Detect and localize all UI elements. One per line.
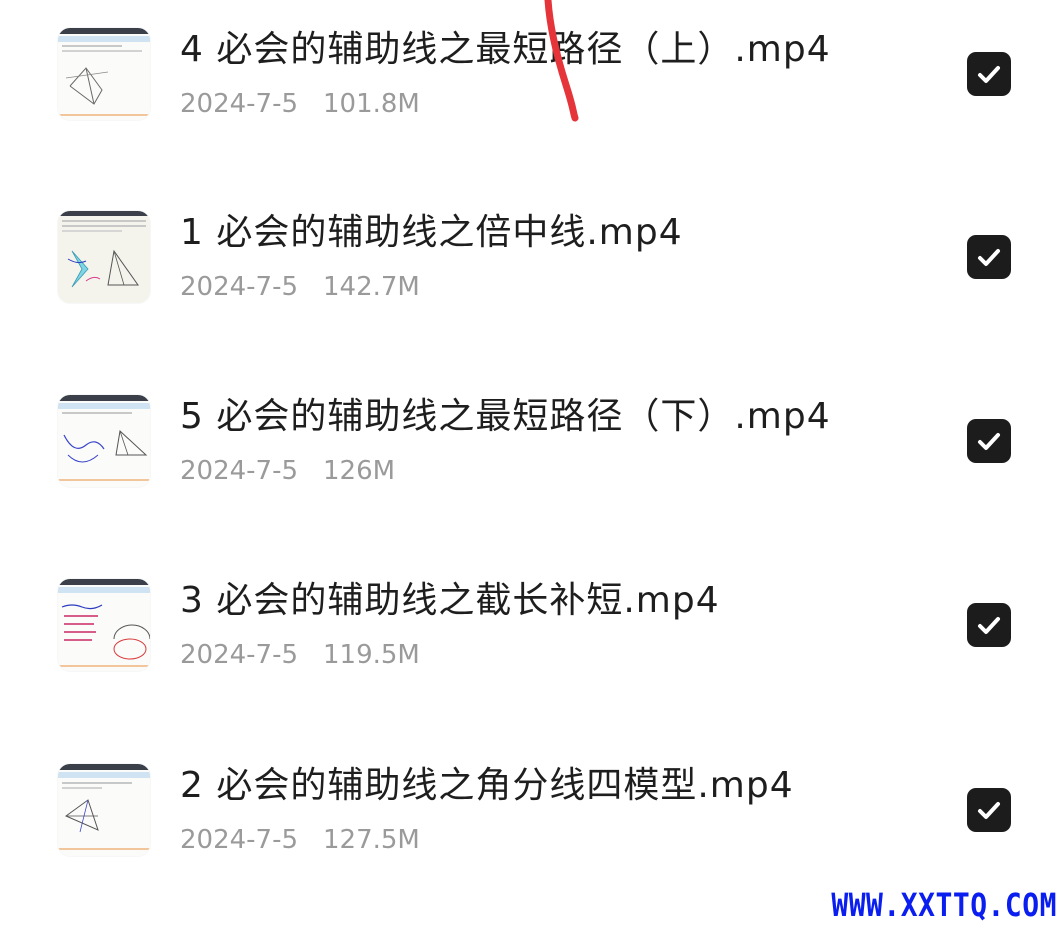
file-size: 126M <box>323 456 396 486</box>
video-thumbnail[interactable] <box>58 764 150 856</box>
file-row[interactable]: 5 必会的辅助线之最短路径（下）.mp4 2024-7-5 126M <box>0 395 1063 545</box>
file-date: 2024-7-5 <box>180 640 299 670</box>
checkbox-checked[interactable] <box>967 788 1011 832</box>
file-meta: 2024-7-5 127.5M <box>180 824 420 856</box>
file-name[interactable]: 4 必会的辅助线之最短路径（上）.mp4 <box>180 28 831 72</box>
file-name[interactable]: 3 必会的辅助线之截长补短.mp4 <box>180 579 720 623</box>
file-size: 119.5M <box>323 640 420 670</box>
video-thumbnail[interactable] <box>58 28 150 120</box>
watermark: WWW.XXTTQ.COM <box>831 886 1057 924</box>
checkbox-checked[interactable] <box>967 419 1011 463</box>
checkmark-icon <box>978 617 1000 634</box>
file-row[interactable]: 3 必会的辅助线之截长补短.mp4 2024-7-5 119.5M <box>0 579 1063 729</box>
file-date: 2024-7-5 <box>180 89 299 119</box>
file-meta: 2024-7-5 101.8M <box>180 88 420 120</box>
file-date: 2024-7-5 <box>180 456 299 486</box>
file-name[interactable]: 1 必会的辅助线之倍中线.mp4 <box>180 211 683 255</box>
file-size: 101.8M <box>323 89 420 119</box>
checkmark-icon <box>978 433 1000 450</box>
file-row[interactable]: 4 必会的辅助线之最短路径（上）.mp4 2024-7-5 101.8M <box>0 28 1063 178</box>
file-name[interactable]: 2 必会的辅助线之角分线四模型.mp4 <box>180 764 794 808</box>
checkbox-checked[interactable] <box>967 603 1011 647</box>
checkmark-icon <box>978 249 1000 266</box>
file-row[interactable]: 1 必会的辅助线之倍中线.mp4 2024-7-5 142.7M <box>0 211 1063 361</box>
video-thumbnail[interactable] <box>58 395 150 487</box>
video-thumbnail[interactable] <box>58 211 150 303</box>
checkbox-checked[interactable] <box>967 52 1011 96</box>
file-meta: 2024-7-5 126M <box>180 455 395 487</box>
file-list: 4 必会的辅助线之最短路径（上）.mp4 2024-7-5 101.8M 1 必… <box>0 0 1063 928</box>
checkmark-icon <box>978 66 1000 83</box>
file-date: 2024-7-5 <box>180 272 299 302</box>
file-meta: 2024-7-5 142.7M <box>180 271 420 303</box>
checkbox-checked[interactable] <box>967 235 1011 279</box>
video-thumbnail[interactable] <box>58 579 150 671</box>
file-name[interactable]: 5 必会的辅助线之最短路径（下）.mp4 <box>180 395 831 439</box>
file-meta: 2024-7-5 119.5M <box>180 639 420 671</box>
file-date: 2024-7-5 <box>180 825 299 855</box>
file-size: 142.7M <box>323 272 420 302</box>
file-size: 127.5M <box>323 825 420 855</box>
checkmark-icon <box>978 802 1000 819</box>
